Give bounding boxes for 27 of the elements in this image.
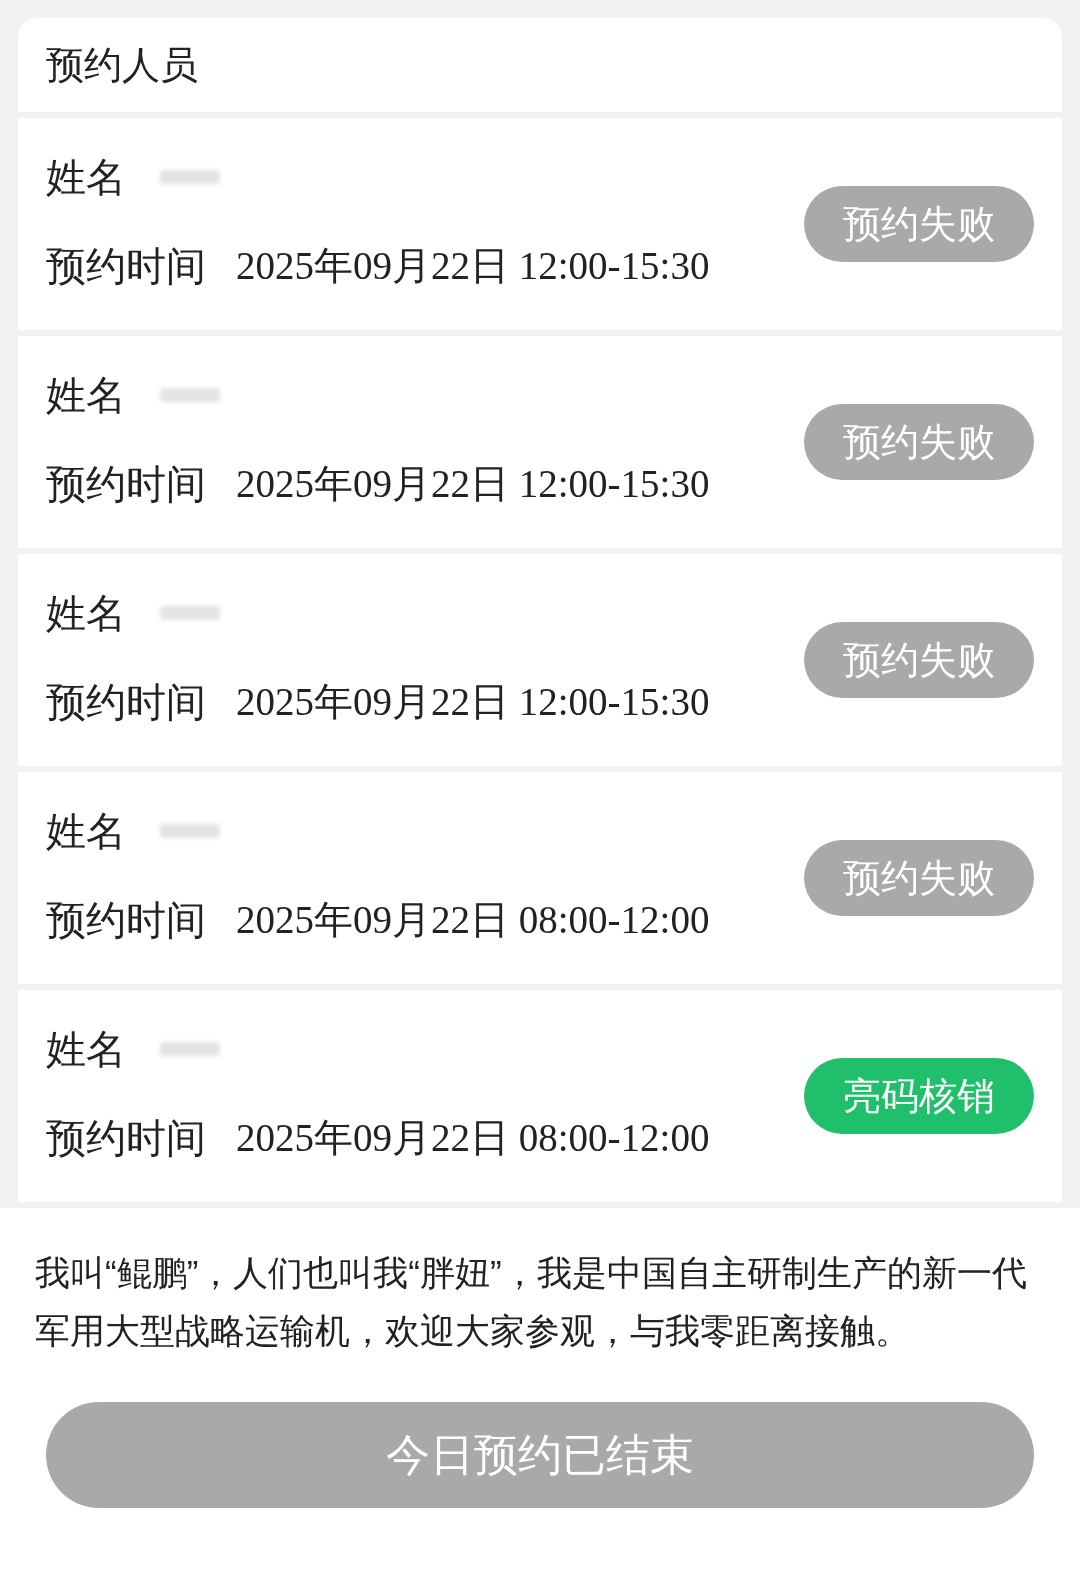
status-button[interactable]: 预约失败	[804, 186, 1034, 262]
time-label: 预约时间	[46, 897, 206, 944]
reservation-time: 2025年09月22日 08:00-12:00	[236, 1114, 710, 1161]
time-label: 预约时间	[46, 1115, 206, 1162]
redacted-name	[160, 824, 220, 838]
name-label: 姓名	[46, 1026, 126, 1073]
redacted-name	[160, 606, 220, 620]
name-label: 姓名	[46, 372, 126, 419]
redacted-name	[160, 170, 220, 184]
name-label: 姓名	[46, 808, 126, 855]
reservation-time: 2025年09月22日 12:00-15:30	[236, 242, 710, 289]
name-label: 姓名	[46, 590, 126, 637]
time-label: 预约时间	[46, 679, 206, 726]
status-button[interactable]: 预约失败	[804, 840, 1034, 916]
name-label: 姓名	[46, 154, 126, 201]
status-button[interactable]: 亮码核销	[804, 1058, 1034, 1134]
redacted-name	[160, 388, 220, 402]
redacted-name	[160, 1042, 220, 1056]
time-label: 预约时间	[46, 243, 206, 290]
status-button[interactable]: 预约失败	[804, 622, 1034, 698]
reservation-time: 2025年09月22日 12:00-15:30	[236, 460, 710, 507]
time-label: 预约时间	[46, 461, 206, 508]
status-button[interactable]: 预约失败	[804, 404, 1034, 480]
reservation-time: 2025年09月22日 08:00-12:00	[236, 896, 710, 943]
description-text: 我叫“鲲鹏”，人们也叫我“胖妞”，我是中国自主研制生产的新一代军用大型战略运输机，欢迎大家参观，与我零距离接触。	[35, 1252, 1028, 1352]
reservation-time: 2025年09月22日 12:00-15:30	[236, 678, 710, 725]
section-title: 预约人员	[46, 42, 198, 88]
